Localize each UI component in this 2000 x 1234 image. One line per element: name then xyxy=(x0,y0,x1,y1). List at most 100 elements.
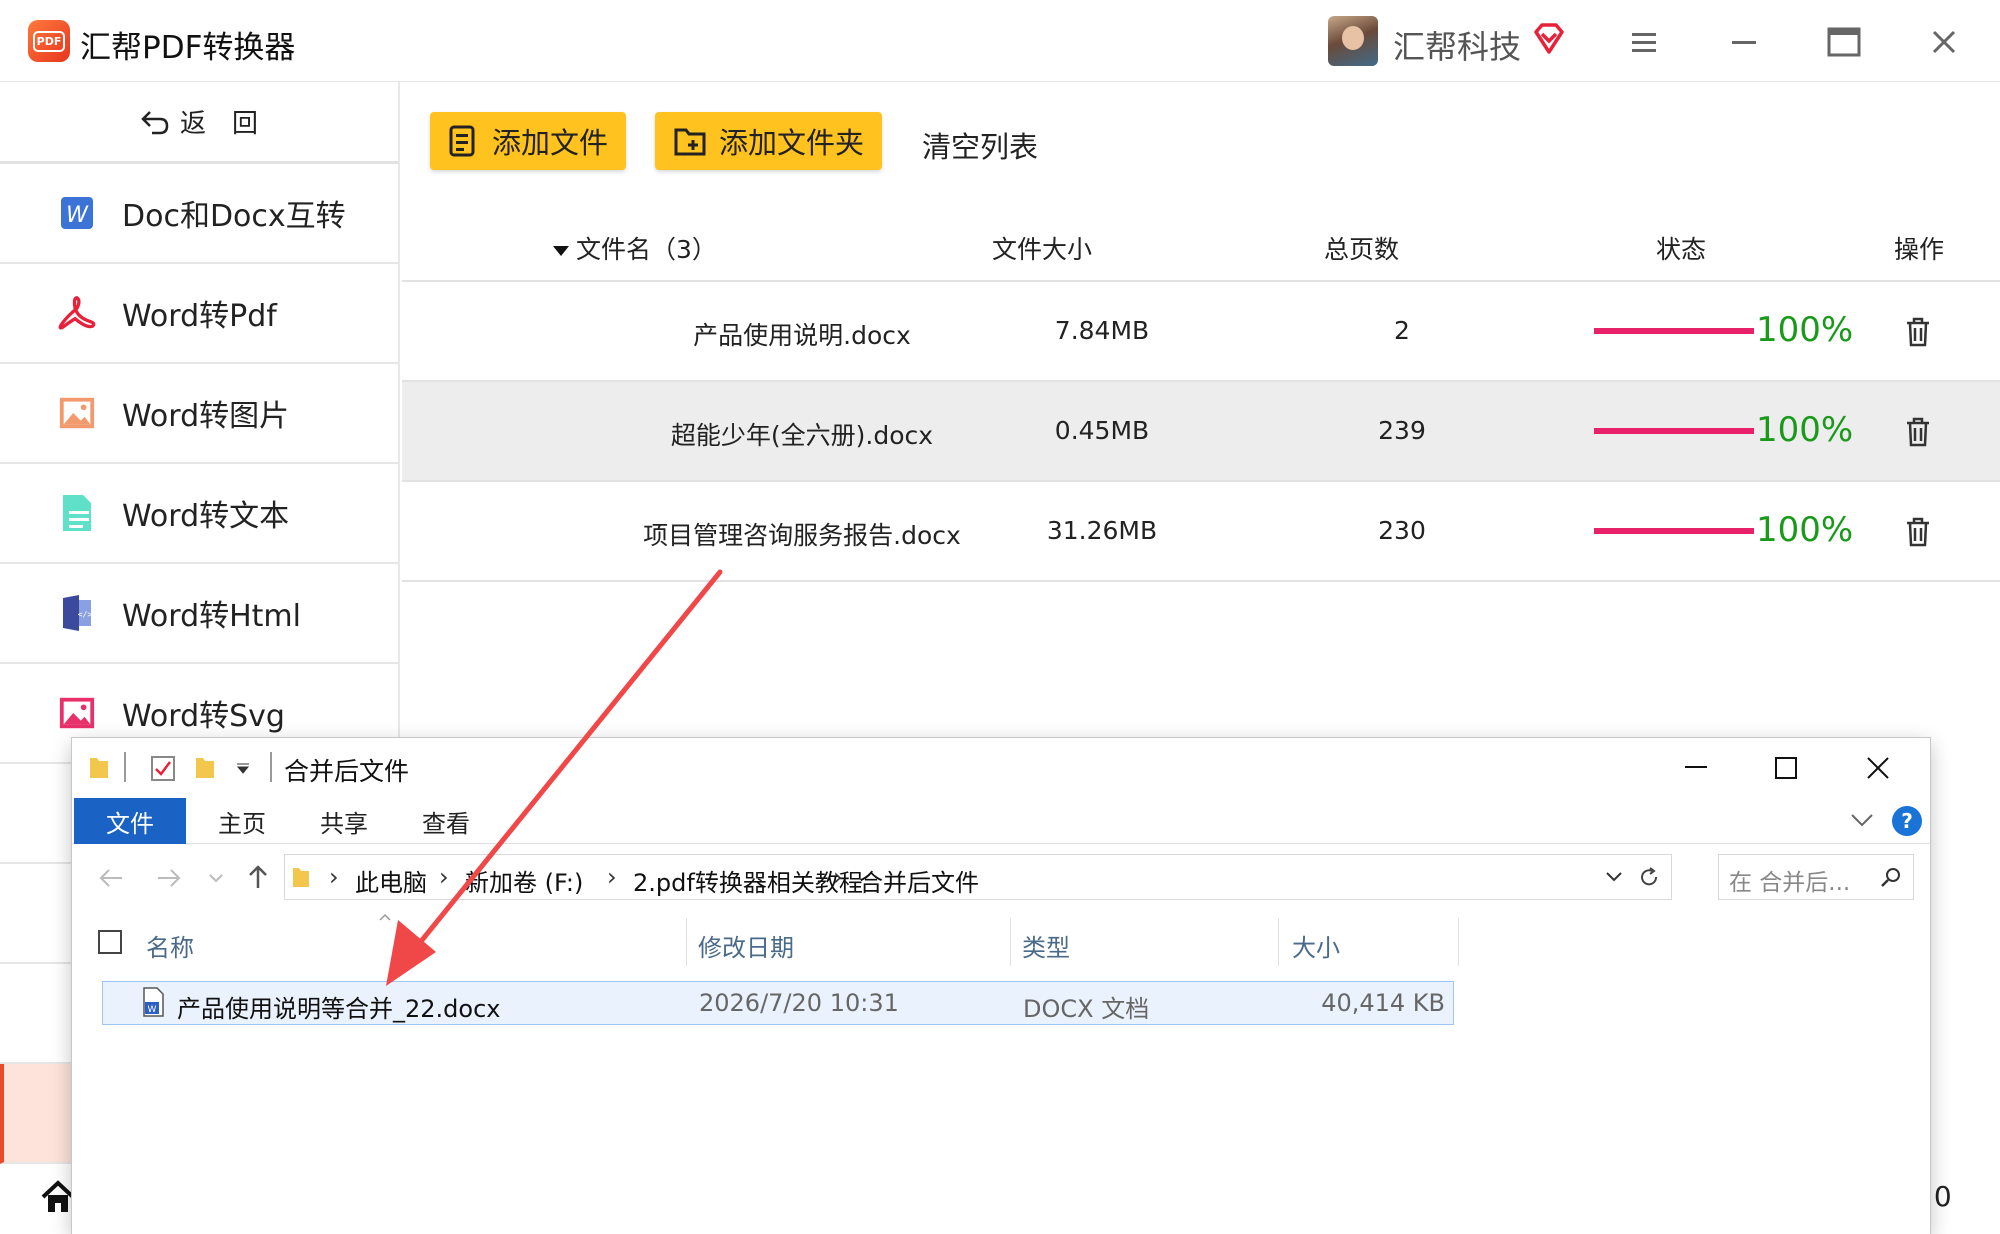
explorer-maximize-button[interactable] xyxy=(1764,748,1808,788)
progress-bar xyxy=(1594,528,1754,534)
breadcrumb-volume[interactable]: 新加卷 (F:) xyxy=(465,863,583,898)
select-all-checkbox[interactable] xyxy=(98,930,122,954)
tab-file[interactable]: 文件 xyxy=(74,798,186,844)
sidebar-item-label: Word转Svg xyxy=(122,699,285,734)
sidebar-item-doc-docx[interactable]: W Doc和Docx互转 xyxy=(0,164,398,264)
search-placeholder: 在 合并后... xyxy=(1729,870,1851,896)
file-name-cell: 产品使用说明.docx xyxy=(693,321,911,350)
trash-icon[interactable] xyxy=(1904,316,1932,348)
explorer-file-name: 产品使用说明等合并_22.docx xyxy=(177,995,501,1023)
breadcrumb-separator: › xyxy=(607,863,617,891)
vip-diamond-icon[interactable] xyxy=(1532,22,1566,56)
explorer-file-type: DOCX 文档 xyxy=(1023,995,1150,1023)
page-count-cell: 230 xyxy=(1378,516,1426,545)
pdf-icon xyxy=(58,294,96,332)
menu-icon[interactable] xyxy=(1622,20,1666,64)
file-size-cell: 0.45MB xyxy=(1054,416,1150,445)
sidebar-item-word-text[interactable]: Word转文本 xyxy=(0,464,398,564)
close-button[interactable] xyxy=(1922,20,1966,64)
name-column-header[interactable]: 文件名（3） xyxy=(552,230,717,266)
explorer-close-button[interactable] xyxy=(1856,748,1900,788)
search-input[interactable]: 在 合并后... xyxy=(1718,854,1914,900)
tab-home[interactable]: 主页 xyxy=(202,798,282,844)
company-name: 汇帮科技 xyxy=(1393,28,1522,66)
back-button[interactable]: 返 回 xyxy=(0,82,398,164)
table-row[interactable]: 超能少年(全六册).docx 0.45MB 239 100% xyxy=(402,382,2000,482)
back-arrow-icon xyxy=(141,110,169,134)
add-file-label: 添加文件 xyxy=(492,126,609,160)
home-icon[interactable] xyxy=(40,1180,76,1214)
pages-column-header: 总页数 xyxy=(1324,235,1400,264)
back-arrow-icon[interactable] xyxy=(98,868,124,888)
svg-text:W: W xyxy=(66,203,89,228)
user-avatar[interactable] xyxy=(1328,16,1378,66)
tab-share[interactable]: 共享 xyxy=(304,798,384,844)
minimize-button[interactable] xyxy=(1722,20,1766,64)
app-window: PDF 汇帮PDF转换器 汇帮科技 返 回 W Doc和Docx互转 Word转… xyxy=(0,0,2000,1234)
size-column[interactable]: 大小 xyxy=(1292,928,1340,963)
name-column[interactable]: 名称 xyxy=(146,928,194,963)
sort-down-icon xyxy=(553,246,569,256)
properties-check-icon[interactable] xyxy=(150,754,176,782)
column-separator xyxy=(1010,918,1011,966)
explorer-file-size: 40,414 KB xyxy=(1321,989,1445,1017)
progress-bar xyxy=(1594,328,1754,334)
sidebar-item-label: Word转图片 xyxy=(122,399,290,434)
search-icon xyxy=(1881,868,1900,887)
add-file-icon xyxy=(449,125,475,157)
sidebar-item-word-pdf[interactable]: Word转Pdf xyxy=(0,264,398,364)
page-count-cell: 2 xyxy=(1394,316,1410,345)
column-separator xyxy=(686,918,687,966)
explorer-title: 合并后文件 xyxy=(284,757,410,786)
new-folder-icon[interactable] xyxy=(194,754,216,780)
sidebar-item-label: Word转文本 xyxy=(122,499,290,534)
ribbon-expand-chevron-icon[interactable] xyxy=(1850,812,1874,828)
app-title: 汇帮PDF转换器 xyxy=(80,30,296,66)
tab-view[interactable]: 查看 xyxy=(406,798,486,844)
add-folder-label: 添加文件夹 xyxy=(719,126,865,160)
status-column-header: 状态 xyxy=(1656,235,1707,264)
breadcrumb-this-pc[interactable]: 此电脑 xyxy=(355,863,427,898)
add-folder-icon xyxy=(674,128,706,156)
help-icon[interactable]: ? xyxy=(1892,806,1922,836)
column-separator xyxy=(1458,918,1459,966)
sidebar-item-label: Word转Pdf xyxy=(122,299,277,334)
address-dropdown-chevron-icon[interactable] xyxy=(1605,871,1623,883)
size-column-header: 文件大小 xyxy=(992,235,1093,264)
trash-icon[interactable] xyxy=(1904,516,1932,548)
clear-list-button[interactable]: 清空列表 xyxy=(922,124,1038,166)
page-count-cell: 239 xyxy=(1378,416,1426,445)
explorer-minimize-button[interactable] xyxy=(1674,748,1718,788)
table-header: 文件名（3） 文件大小 总页数 状态 操作 xyxy=(402,210,2000,282)
address-bar[interactable]: › 此电脑 › 新加卷 (F:) › 2.pdf转换器相关教程 › 合并后文件 xyxy=(284,854,1672,900)
up-arrow-icon[interactable] xyxy=(248,864,268,890)
breadcrumb-separator: › xyxy=(439,863,449,891)
html-doc-icon: </> xyxy=(58,594,96,632)
forward-arrow-icon[interactable] xyxy=(156,868,182,888)
recent-locations-chevron-icon[interactable] xyxy=(208,872,224,884)
refresh-icon[interactable] xyxy=(1637,865,1661,889)
file-size-cell: 31.26MB xyxy=(1046,516,1158,545)
table-row[interactable]: 项目管理咨询服务报告.docx 31.26MB 230 100% xyxy=(402,482,2000,582)
svg-text:</>: </> xyxy=(78,610,93,619)
breadcrumb-merged[interactable]: 合并后文件 xyxy=(859,863,979,898)
file-name-cell: 项目管理咨询服务报告.docx xyxy=(643,521,961,550)
maximize-button[interactable] xyxy=(1822,20,1866,64)
trash-icon[interactable] xyxy=(1904,416,1932,448)
sidebar-item-label: Word转Html xyxy=(122,599,301,634)
add-file-button[interactable]: 添加文件 xyxy=(430,112,627,170)
breadcrumb-separator: › xyxy=(329,863,339,891)
explorer-file-row[interactable]: W 产品使用说明等合并_22.docx 2026/7/20 10:31 DOCX… xyxy=(102,981,1454,1025)
file-name-cell: 超能少年(全六册).docx xyxy=(670,421,934,450)
action-column-header: 操作 xyxy=(1894,235,1945,264)
add-folder-button[interactable]: 添加文件夹 xyxy=(655,112,883,170)
explorer-title-bar: 合并后文件 xyxy=(72,738,1930,798)
sidebar-item-word-image[interactable]: Word转图片 xyxy=(0,364,398,464)
breadcrumb-tutorials[interactable]: 2.pdf转换器相关教程 xyxy=(633,863,863,898)
type-column[interactable]: 类型 xyxy=(1022,928,1070,963)
sidebar-item-word-html[interactable]: </> Word转Html xyxy=(0,564,398,664)
quick-access-dropdown-icon[interactable] xyxy=(236,762,250,774)
table-row[interactable]: 产品使用说明.docx 7.84MB 2 100% xyxy=(402,282,2000,382)
title-bar: PDF 汇帮PDF转换器 汇帮科技 xyxy=(0,0,2000,82)
date-column[interactable]: 修改日期 xyxy=(698,928,794,963)
